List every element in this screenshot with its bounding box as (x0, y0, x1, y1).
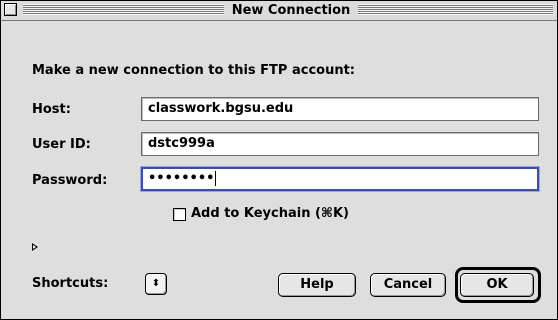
user-id-field[interactable]: dstc999a (141, 132, 539, 156)
prompt-text: Make a new connection to this FTP accoun… (32, 63, 356, 78)
password-field[interactable]: •••••••• (141, 167, 539, 191)
close-box-icon[interactable] (4, 3, 17, 16)
password-masked-value: •••••••• (148, 171, 215, 186)
shortcuts-popup-button[interactable]: ⬍ (145, 273, 167, 295)
title-bar-stripes-left (23, 4, 224, 15)
title-bar-stripes-right (358, 4, 553, 15)
host-label: Host: (32, 102, 71, 117)
user-id-label: User ID: (32, 137, 91, 152)
new-connection-dialog: New Connection Make a new connection to … (0, 0, 558, 320)
add-to-keychain-checkbox[interactable] (173, 208, 186, 221)
window-title: New Connection (224, 2, 358, 19)
up-down-arrows-icon: ⬍ (151, 278, 161, 289)
shortcuts-label: Shortcuts: (32, 276, 109, 291)
add-to-keychain-label[interactable]: Add to Keychain (⌘K) (191, 206, 349, 221)
help-button[interactable]: Help (278, 273, 356, 297)
title-bar[interactable]: New Connection (1, 1, 557, 21)
password-label: Password: (32, 173, 108, 188)
ok-button[interactable]: OK (460, 273, 534, 297)
cancel-button[interactable]: Cancel (370, 273, 446, 297)
text-caret (215, 171, 217, 186)
host-field[interactable]: classwork.bgsu.edu (141, 97, 539, 121)
disclosure-triangle-icon[interactable] (32, 243, 38, 251)
